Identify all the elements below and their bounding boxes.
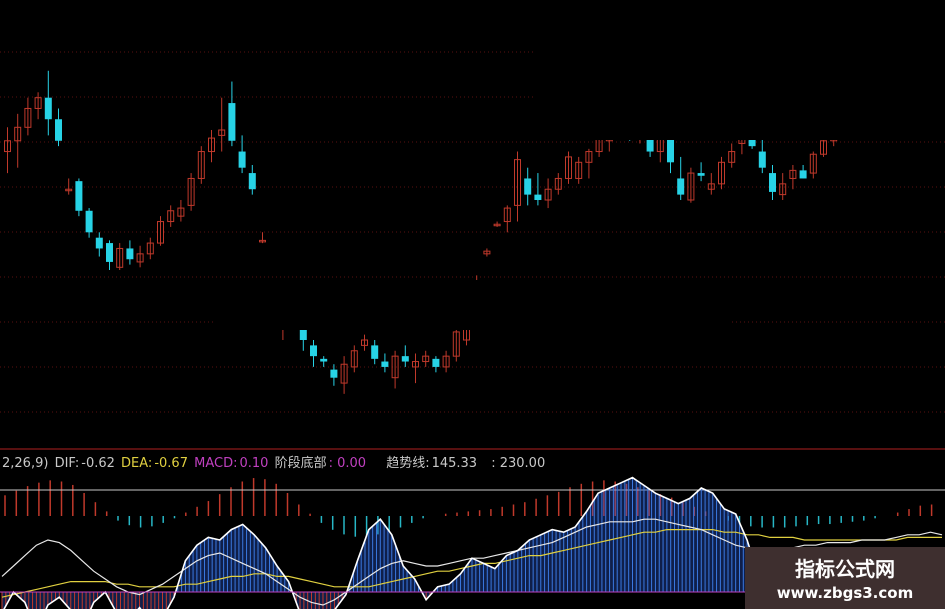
legend-stage-bottom-value: : 0.00 [328, 456, 367, 471]
stock-chart [0, 0, 945, 609]
candle-body [381, 361, 389, 367]
candle-body [677, 178, 685, 195]
candle-body [126, 248, 134, 260]
candle-body [248, 173, 256, 190]
candle-body [697, 173, 705, 176]
indicator-legend: 2,26,9) DIF: -0.62 DEA: -0.67 MACD: 0.10 阶段… [2, 452, 547, 471]
candle-body [320, 358, 328, 362]
candle-body [330, 369, 338, 378]
candle-body [310, 345, 317, 357]
candle-body [769, 173, 776, 192]
legend-dif-label: DIF: [54, 456, 80, 471]
legend-dea-value: -0.67 [154, 456, 188, 471]
candle-body [401, 356, 409, 362]
legend-macd-label: MACD: [194, 456, 238, 471]
legend-trend-value: 145.33 [431, 456, 478, 471]
candle-body [44, 97, 52, 120]
candle-body [106, 243, 113, 262]
legend-dif-value: -0.62 [81, 456, 115, 471]
candle-body [371, 345, 379, 359]
legend-macd-value: 0.10 [239, 456, 269, 471]
candle-body [75, 181, 83, 211]
candle-body [238, 151, 246, 168]
black-mask-top-right [533, 0, 945, 140]
candle-body [432, 358, 440, 367]
watermark-url: www.zbgs3.com [776, 584, 914, 602]
legend-stage-bottom-label: 阶段底部 [274, 456, 327, 471]
legend-level-value: : 230.00 [491, 456, 546, 471]
candle-body [524, 178, 532, 195]
candle-body [95, 237, 103, 249]
black-mask-middle [215, 280, 730, 330]
watermark-badge: 指标公式网 www.zbgs3.com [745, 547, 945, 609]
candle-body [85, 210, 93, 233]
macd-histogram [4, 478, 933, 537]
candle-body [799, 170, 807, 179]
candle-body [534, 194, 542, 200]
legend-trend-label: 趋势线: [386, 456, 430, 471]
legend-dea-label: DEA: [121, 456, 153, 471]
watermark-title: 指标公式网 [795, 557, 895, 581]
candle-body [758, 151, 766, 168]
legend-params: 2,26,9) [2, 456, 49, 471]
candle-body [228, 103, 236, 141]
candle-body [55, 119, 62, 141]
